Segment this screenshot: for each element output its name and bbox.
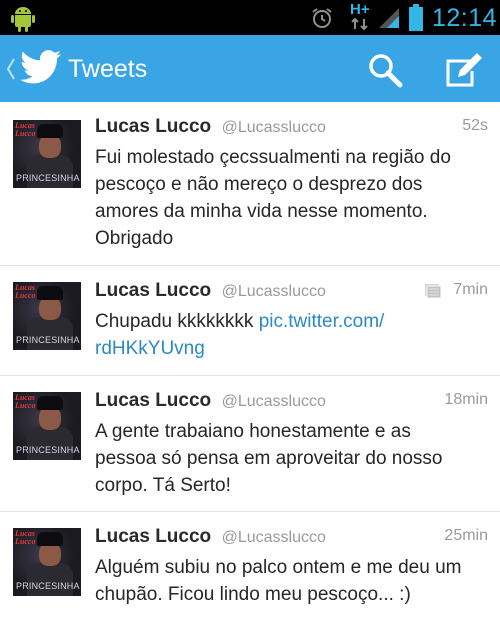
author-name[interactable]: Lucas Lucco [95, 526, 211, 547]
author-handle[interactable]: @Lucasslucco [222, 283, 326, 300]
avatar[interactable]: Lucas Lucco PRINCESINHA [13, 392, 81, 460]
avatar-name-text: Lucas Lucco [15, 529, 36, 546]
avatar-name-text: Lucas Lucco [15, 393, 36, 410]
tweet-text-line: amores da minha vida nesse momento. [95, 201, 428, 222]
tweet-text-line: Chupadu kkkkkkkk pic.twitter.com/ [95, 308, 490, 335]
tweet-text: Alguém subiu no palco ontem e me deu um … [95, 554, 490, 608]
avatar-caption: PRINCESINHA [16, 173, 80, 183]
tweet-text-line: pessoa só pensa em aproveitar do nosso [95, 448, 443, 469]
author-handle[interactable]: @Lucasslucco [222, 119, 326, 136]
tweet-text-line: A gente trabaiano honestamente e as [95, 421, 411, 442]
tweet-text-line: Fui molestado çecssualmenti na região do [95, 147, 451, 168]
action-bar: Tweets [0, 35, 500, 102]
tweet-time: 25min [444, 527, 488, 544]
tweet-link[interactable]: rdHKkYUvng [95, 338, 205, 359]
tweet-text-line: pescoço e não mereço o desprezo dos [95, 174, 423, 195]
network-type: H+ [350, 1, 370, 18]
avatar[interactable]: Lucas Lucco PRINCESINHA [13, 528, 81, 596]
battery-icon [409, 4, 423, 31]
tweet-text-line: rdHKkYUvng [95, 335, 490, 362]
tweet-text-line: Alguém subiu no palco ontem e me deu um [95, 557, 462, 578]
tweet-item[interactable]: Lucas Lucco PRINCESINHA Lucas Lucco @Luc… [0, 512, 500, 619]
avatar[interactable]: Lucas Lucco PRINCESINHA [13, 120, 81, 188]
tweet-text: A gente trabaiano honestamente e as pess… [95, 418, 490, 499]
twitter-bird-icon[interactable] [20, 49, 62, 87]
tweet-text-line: corpo. Tá Serto! [95, 475, 231, 496]
tweet-header: Lucas Lucco @Lucasslucco 52s [95, 116, 488, 140]
tweet-header: Lucas Lucco @Lucasslucco 25min [95, 526, 488, 550]
tweet-time: 7min [453, 281, 488, 298]
tweet-item[interactable]: Lucas Lucco PRINCESINHA Lucas Lucco @Luc… [0, 102, 500, 266]
author-name[interactable]: Lucas Lucco [95, 116, 211, 137]
author-handle[interactable]: @Lucasslucco [222, 529, 326, 546]
tweet-link[interactable]: pic.twitter.com/ [259, 311, 385, 332]
status-bar: H+ 12:14 [0, 0, 500, 35]
tweet-text-line: Obrigado [95, 228, 174, 249]
avatar-name-text: Lucas Lucco [15, 121, 36, 138]
android-icon [11, 7, 35, 32]
back-chevron-icon[interactable] [5, 56, 17, 82]
avatar-name-text: Lucas Lucco [15, 283, 36, 300]
author-name[interactable]: Lucas Lucco [95, 390, 211, 411]
avatar-caption: PRINCESINHA [16, 445, 80, 455]
author-handle[interactable]: @Lucasslucco [222, 393, 326, 410]
status-clock: 12:14 [432, 4, 498, 32]
alarm-icon [312, 8, 332, 28]
media-attachment-icon [425, 284, 442, 299]
avatar-caption: PRINCESINHA [16, 335, 80, 345]
tweet-text: Fui molestado çecssualmenti na região do… [95, 144, 490, 252]
tweet-time: 18min [444, 391, 488, 408]
tweet-item[interactable]: Lucas Lucco PRINCESINHA Lucas Lucco @Luc… [0, 266, 500, 376]
signal-icon [379, 8, 399, 28]
tweet-header: Lucas Lucco @Lucasslucco 18min [95, 390, 488, 414]
tweet-item[interactable]: Lucas Lucco PRINCESINHA Lucas Lucco @Luc… [0, 376, 500, 512]
screen-title: Tweets [68, 55, 148, 83]
avatar[interactable]: Lucas Lucco PRINCESINHA [13, 282, 81, 350]
avatar-caption: PRINCESINHA [16, 581, 80, 591]
tweet-text-prefix: Chupadu kkkkkkkk [95, 311, 259, 332]
tweet-text: Chupadu kkkkkkkk pic.twitter.com/ rdHKkY… [95, 308, 490, 362]
compose-icon[interactable] [444, 51, 482, 89]
hplus-network-icon: H+ [350, 1, 376, 33]
tweet-text-line: chupão. Ficou lindo meu pescoço... :) [95, 584, 411, 605]
tweet-time: 52s [462, 117, 488, 134]
tweet-timeline: Lucas Lucco PRINCESINHA Lucas Lucco @Luc… [0, 102, 500, 619]
author-name[interactable]: Lucas Lucco [95, 280, 211, 301]
search-icon[interactable] [366, 51, 404, 89]
tweet-header: Lucas Lucco @Lucasslucco 7min [95, 280, 488, 304]
